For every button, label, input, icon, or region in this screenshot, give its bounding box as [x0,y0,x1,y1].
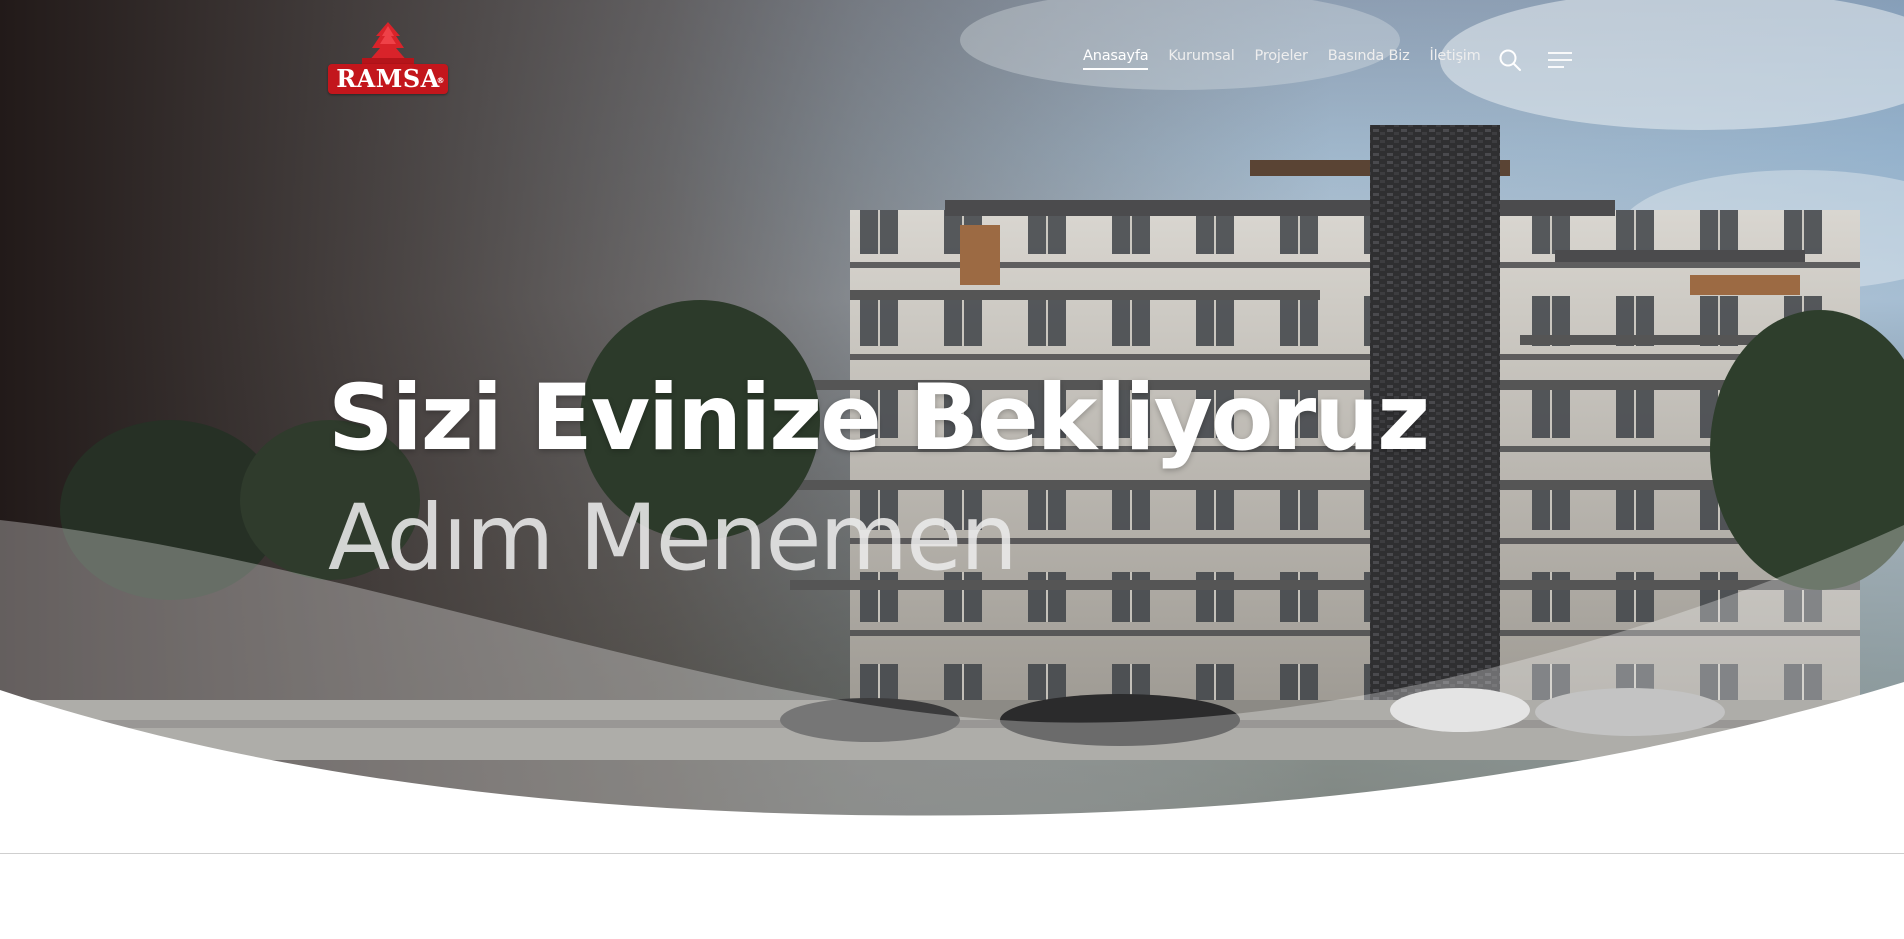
nav-item-basinda-biz[interactable]: Basında Biz [1328,48,1410,70]
main-navigation: Anasayfa Kurumsal Projeler Basında Biz İ… [1083,48,1481,70]
nav-item-iletisim[interactable]: İletişim [1430,48,1481,70]
hero-subheadline: Adım Menemen [328,486,1018,591]
hero-headline: Sizi Evinize Bekliyoruz [328,366,1430,471]
registered-mark: ® [436,76,445,85]
logo-emblem-icon [362,22,414,66]
logo-wordmark: RAMSA [336,64,440,93]
section-divider [0,853,1904,854]
hamburger-menu-icon[interactable] [1548,50,1572,70]
nav-item-kurumsal[interactable]: Kurumsal [1168,48,1234,70]
ramsa-logo[interactable]: RAMSA ® [328,22,448,96]
nav-item-projeler[interactable]: Projeler [1255,48,1308,70]
nav-item-anasayfa[interactable]: Anasayfa [1083,48,1149,70]
logo-text: RAMSA ® [328,64,448,94]
content-area [0,854,1904,939]
search-icon[interactable] [1498,48,1522,72]
